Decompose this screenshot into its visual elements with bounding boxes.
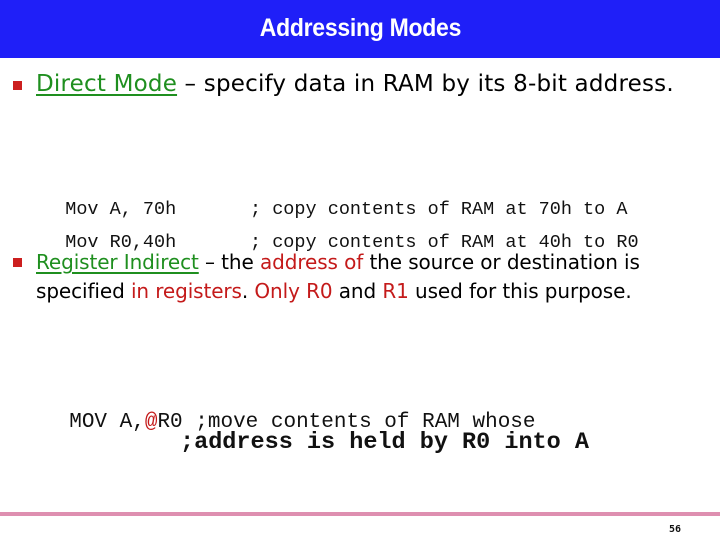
term-register-indirect: Register Indirect bbox=[36, 250, 199, 274]
emphasis-segment: Only R0 bbox=[254, 279, 333, 303]
bullet-direct-mode: Direct Mode – specify data in RAM by its… bbox=[36, 70, 716, 99]
at-sign: @ bbox=[144, 411, 158, 434]
direct-mode-description: – specify data in RAM by its 8-bit addre… bbox=[177, 71, 674, 97]
square-bullet-icon bbox=[13, 81, 22, 90]
text-segment: . bbox=[241, 279, 255, 303]
slide-title-bar: Addressing Modes bbox=[0, 0, 720, 58]
code-comment: ; copy contents of RAM at 70h to A bbox=[250, 199, 628, 220]
text-segment: – the bbox=[198, 250, 260, 274]
square-bullet-icon bbox=[13, 258, 22, 267]
code-line-indirect-2: ;address is held by R0 into A bbox=[180, 429, 589, 456]
slide-title: Addressing Modes bbox=[259, 13, 461, 42]
emphasis-segment: address of bbox=[259, 250, 364, 274]
code-line-direct-2: Mov R0,40h; copy contents of RAM at 40h … bbox=[43, 211, 638, 253]
bullet-register-indirect: Register Indirect – the address of the s… bbox=[36, 248, 716, 306]
term-direct-mode: Direct Mode bbox=[36, 71, 178, 97]
code-line-indirect-1: MOV A,@R0 ;move contents of RAM whose bbox=[44, 388, 535, 434]
text-segment: and bbox=[332, 279, 383, 303]
page-number: 56 bbox=[668, 524, 682, 535]
text-segment: used for this purpose. bbox=[408, 279, 632, 303]
emphasis-segment: in registers bbox=[130, 279, 242, 303]
code-prefix: MOV A, bbox=[69, 411, 145, 434]
emphasis-segment: R1 bbox=[382, 279, 409, 303]
footer-divider bbox=[0, 512, 720, 516]
